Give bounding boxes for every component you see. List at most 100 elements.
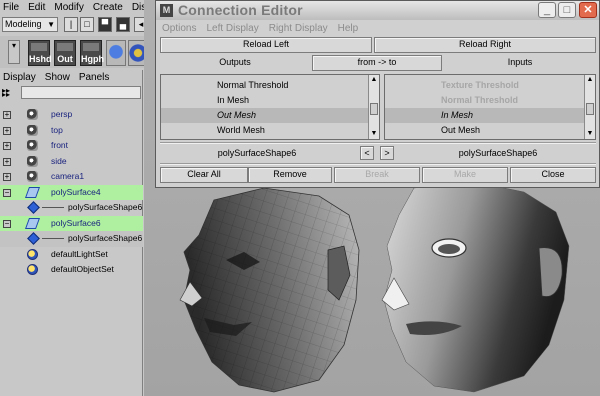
mode-select[interactable]: Modeling ▼ <box>2 17 58 32</box>
minimize-button[interactable]: _ <box>538 2 556 18</box>
menu-left-display[interactable]: Left Display <box>206 23 258 34</box>
outliner-menu-panels[interactable]: Panels <box>79 72 110 83</box>
tree-connector <box>42 207 64 208</box>
set-icon <box>27 248 38 260</box>
close-button[interactable]: Close <box>510 167 596 183</box>
outputs-label: Outputs <box>219 57 251 67</box>
tree-connector <box>42 238 64 239</box>
tree-row-polysurfaceshape6[interactable]: polySurfaceShape6 <box>0 231 143 247</box>
window-title: Connection Editor <box>178 2 303 18</box>
previous-node-button[interactable]: < <box>360 146 374 160</box>
shelf-grip-icon[interactable]: ▾ <box>8 40 20 64</box>
scroll-thumb[interactable] <box>370 103 378 115</box>
outliner-panel: Display Show Panels ▸▸ ▸▸ + persp + top … <box>0 70 143 396</box>
scroll-thumb[interactable] <box>586 103 594 115</box>
collapse-arrows-icon[interactable]: ▸▸ <box>2 90 10 99</box>
list-item-selected[interactable]: In Mesh <box>385 108 585 123</box>
mesh-shape-icon <box>27 232 40 245</box>
outliner-search-input[interactable] <box>21 86 141 99</box>
open-scene-icon[interactable]: ▀ <box>98 17 112 32</box>
list-item[interactable]: Out Mesh <box>385 123 595 138</box>
tree-row-side[interactable]: + side <box>0 154 143 170</box>
expand-icon[interactable]: + <box>3 142 11 150</box>
menu-file[interactable]: File <box>3 2 19 13</box>
menu-modify[interactable]: Modify <box>54 2 83 13</box>
shelf-button-label: Hshd <box>29 54 52 64</box>
outliner-menu-display[interactable]: Display <box>3 72 36 83</box>
tree-row-camera1[interactable]: + camera1 <box>0 169 143 185</box>
new-scene-icon[interactable]: □ <box>80 17 94 32</box>
reload-left-button[interactable]: Reload Left <box>160 37 372 53</box>
tree-row-label: defaultObjectSet <box>51 264 114 274</box>
list-item[interactable]: In Mesh <box>161 93 379 108</box>
toggle-icon[interactable]: | <box>64 17 78 32</box>
camera-icon <box>27 171 38 182</box>
outliner-menubar: Display Show Panels <box>0 70 142 84</box>
hypershade-icon[interactable] <box>106 40 126 66</box>
window-titlebar[interactable]: M Connection Editor _ □ ✕ <box>156 1 599 20</box>
close-window-button[interactable]: ✕ <box>579 2 597 18</box>
tree-row-label: front <box>51 140 69 150</box>
collapse-icon[interactable]: − <box>3 219 11 228</box>
connection-editor-window: M Connection Editor _ □ ✕ Options Left D… <box>155 0 600 188</box>
expand-icon[interactable]: + <box>3 173 11 181</box>
menu-options[interactable]: Options <box>162 23 196 34</box>
clear-all-button[interactable]: Clear All <box>160 167 248 183</box>
set-icon <box>27 264 38 275</box>
camera-icon <box>27 155 38 167</box>
scroll-up-icon[interactable]: ▲ <box>369 75 379 85</box>
menu-create[interactable]: Create <box>93 2 123 13</box>
list-item-selected[interactable]: Out Mesh <box>161 108 369 123</box>
left-node-name: polySurfaceShape6 <box>217 148 297 158</box>
scroll-up-icon[interactable]: ▲ <box>585 75 595 85</box>
list-item[interactable]: Normal Threshold <box>161 78 379 93</box>
tree-row-polysurface4[interactable]: − polySurface4 <box>0 184 143 200</box>
tree-row-persp[interactable]: + persp <box>0 107 143 123</box>
expand-icon[interactable]: + <box>3 126 11 135</box>
tree-row-label: polySurface6 <box>51 217 101 228</box>
expand-icon[interactable]: + <box>3 157 11 166</box>
save-scene-icon[interactable]: ▄ <box>116 17 130 32</box>
connection-editor-menubar: Options Left Display Right Display Help <box>156 21 599 35</box>
direction-toggle-button[interactable]: from -> to <box>312 55 442 71</box>
camera-icon <box>27 109 38 120</box>
maximize-button[interactable]: □ <box>558 2 576 18</box>
maya-logo-icon: M <box>160 4 173 17</box>
shelf-button-hshd[interactable]: Hshd <box>28 40 52 66</box>
tree-row-label: side <box>51 155 67 166</box>
list-item[interactable]: Texture Threshold <box>385 78 595 93</box>
tree-row-label: top <box>51 124 63 135</box>
outliner-menu-show[interactable]: Show <box>45 72 70 83</box>
tree-row-front[interactable]: + front <box>0 138 143 154</box>
inputs-scrollbar[interactable]: ▲ ▼ <box>584 75 595 139</box>
tree-row-label: polySurfaceShape6 <box>68 233 143 243</box>
menu-edit[interactable]: Edit <box>28 2 45 13</box>
tree-row-label: persp <box>51 109 73 119</box>
list-item[interactable]: Normal Threshold <box>385 93 595 108</box>
outliner-tree: + persp + top + front + side + camera1 −… <box>0 107 143 278</box>
expand-icon[interactable]: + <box>3 111 11 119</box>
scroll-down-icon[interactable]: ▼ <box>369 129 379 139</box>
reload-right-button[interactable]: Reload Right <box>374 37 596 53</box>
tree-row-defaultlightset[interactable]: defaultLightSet <box>0 247 143 263</box>
shelf-button-out[interactable]: Out <box>54 40 76 66</box>
list-item[interactable]: World Mesh <box>161 123 379 138</box>
tree-row-top[interactable]: + top <box>0 123 143 139</box>
tree-row-polysurface6[interactable]: − polySurface6 <box>0 215 143 231</box>
outputs-scrollbar[interactable]: ▲ ▼ <box>368 75 379 139</box>
collapse-icon[interactable]: − <box>3 188 11 197</box>
tree-row-polysurfaceshape6[interactable]: polySurfaceShape6 <box>0 200 143 216</box>
break-button[interactable]: Break <box>334 167 420 183</box>
outputs-list[interactable]: Normal Threshold In Mesh Out Mesh World … <box>160 74 380 140</box>
remove-button[interactable]: Remove <box>248 167 332 183</box>
next-node-button[interactable]: > <box>380 146 394 160</box>
menu-right-display[interactable]: Right Display <box>269 23 328 34</box>
tree-row-label: polySurfaceShape6 <box>68 202 143 212</box>
menu-help[interactable]: Help <box>338 23 359 34</box>
make-button[interactable]: Make <box>422 167 508 183</box>
scroll-down-icon[interactable]: ▼ <box>585 129 595 139</box>
shelf-button-hgph[interactable]: Hgph <box>80 40 104 66</box>
camera-icon <box>27 124 38 136</box>
inputs-list[interactable]: Texture Threshold Normal Threshold In Me… <box>384 74 596 140</box>
tree-row-defaultobjectset[interactable]: defaultObjectSet <box>0 262 143 278</box>
